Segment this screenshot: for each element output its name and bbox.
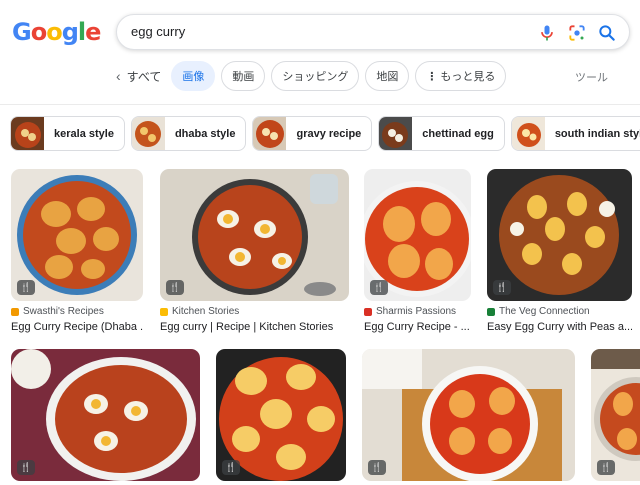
result-image[interactable]: 🍴 <box>11 169 143 301</box>
result-source: Kitchen Stories <box>160 306 349 317</box>
logo-letter: e <box>85 18 101 46</box>
tab-shopping[interactable]: ショッピング <box>271 61 360 91</box>
result-image[interactable]: 🍴 <box>591 349 640 481</box>
source-name: Swasthi's Recipes <box>23 306 104 317</box>
more-vert-icon: ⋮ <box>426 70 438 83</box>
chip-gravy-recipe[interactable]: gravy recipe <box>252 116 373 151</box>
chip-kerala-style[interactable]: kerala style <box>10 116 125 151</box>
fork-knife-icon: 🍴 <box>368 460 386 475</box>
header-divider <box>0 104 640 105</box>
google-lens-icon[interactable] <box>567 23 587 43</box>
fork-knife-icon: 🍴 <box>493 280 511 295</box>
chip-label: south indian style <box>554 127 640 140</box>
logo-letter: o <box>30 18 47 46</box>
tab-more[interactable]: ⋮ もっと見る <box>415 61 507 91</box>
fork-knife-icon: 🍴 <box>17 460 35 475</box>
tab-maps[interactable]: 地図 <box>365 61 410 91</box>
favicon-icon <box>11 307 19 316</box>
search-box[interactable] <box>116 14 630 50</box>
tab-label: ショッピング <box>282 71 349 83</box>
source-name: Sharmis Passions <box>376 306 457 317</box>
favicon-icon <box>487 307 495 316</box>
google-logo[interactable]: Google <box>12 18 101 46</box>
result-image[interactable]: 🍴 <box>362 349 575 481</box>
chip-thumbnail <box>131 117 165 150</box>
image-result[interactable]: 🍴 <box>11 349 200 481</box>
fork-knife-icon: 🍴 <box>166 280 184 295</box>
fork-knife-icon: 🍴 <box>370 280 388 295</box>
chip-south-indian-style[interactable]: south indian style <box>510 116 640 151</box>
chip-label: chettinad egg <box>422 127 494 140</box>
image-result[interactable]: 🍴 Kitchen Stories Egg curry | Recipe | K… <box>160 169 349 333</box>
chevron-left-icon: ‹ <box>116 68 121 84</box>
result-source: Sharmis Passions <box>364 306 471 317</box>
tab-all-label: すべて <box>126 69 162 84</box>
result-title[interactable]: Easy Egg Curry with Peas a... <box>487 321 632 333</box>
result-source: The Veg Connection <box>487 306 632 317</box>
result-source: Swasthi's Recipes <box>11 306 143 317</box>
chip-label: kerala style <box>54 127 114 140</box>
microphone-icon[interactable] <box>537 23 557 43</box>
result-image[interactable]: 🍴 <box>160 169 349 301</box>
search-icon[interactable] <box>597 23 617 43</box>
result-image[interactable]: 🍴 <box>11 349 200 481</box>
logo-letter: G <box>12 18 32 46</box>
logo-letter: g <box>61 18 79 46</box>
tab-label: もっと見る <box>440 71 496 83</box>
logo-letter: o <box>46 18 62 46</box>
result-title[interactable]: Egg Curry Recipe - ... <box>364 321 471 333</box>
image-result[interactable]: 🍴 The Veg Connection Easy Egg Curry with… <box>487 169 632 333</box>
search-tabs: ‹ すべて 画像 動画 ショッピング 地図 ⋮ もっと見る <box>116 61 507 91</box>
result-title[interactable]: Egg Curry Recipe (Dhaba ... <box>11 321 143 333</box>
chip-label: dhaba style <box>174 127 236 140</box>
image-result[interactable]: 🍴 Swasthi's Recipes Egg Curry Recipe (Dh… <box>11 169 143 333</box>
tab-all[interactable]: ‹ すべて <box>116 68 165 85</box>
chip-thumbnail <box>253 117 287 150</box>
image-result[interactable]: 🍴 <box>362 349 575 481</box>
chip-dhaba-style[interactable]: dhaba style <box>130 116 247 151</box>
tab-label: 地図 <box>376 71 399 83</box>
chip-label: gravy recipe <box>296 127 362 140</box>
favicon-icon <box>364 307 372 316</box>
result-image[interactable]: 🍴 <box>216 349 346 481</box>
tab-label: 動画 <box>232 71 255 83</box>
chip-chettinad-egg[interactable]: chettinad egg <box>378 116 505 151</box>
chip-thumbnail <box>11 117 44 150</box>
tab-label: 画像 <box>182 71 205 83</box>
source-name: The Veg Connection <box>499 306 590 317</box>
image-result[interactable]: 🍴 <box>591 349 640 481</box>
tab-videos[interactable]: 動画 <box>221 61 266 91</box>
google-images-page: Google ‹ すべて 画像 動画 ショッピング 地図 ⋮もっと <box>0 0 640 485</box>
image-result[interactable]: 🍴 Sharmis Passions Egg Curry Recipe - ..… <box>364 169 471 333</box>
image-result[interactable]: 🍴 <box>216 349 346 481</box>
suggestion-chips: kerala style dhaba style gravy recipe ch… <box>10 116 640 151</box>
fork-knife-icon: 🍴 <box>17 280 35 295</box>
search-input[interactable] <box>131 24 511 39</box>
fork-knife-icon: 🍴 <box>597 460 615 475</box>
result-image[interactable]: 🍴 <box>364 169 471 301</box>
fork-knife-icon: 🍴 <box>222 460 240 475</box>
result-image[interactable]: 🍴 <box>487 169 632 301</box>
chip-thumbnail <box>379 117 413 150</box>
source-name: Kitchen Stories <box>172 306 240 317</box>
chip-thumbnail <box>511 117 545 150</box>
tab-images[interactable]: 画像 <box>171 61 216 91</box>
result-title[interactable]: Egg curry | Recipe | Kitchen Stories <box>160 321 349 333</box>
favicon-icon <box>160 307 168 316</box>
tools-button[interactable]: ツール <box>575 69 608 85</box>
